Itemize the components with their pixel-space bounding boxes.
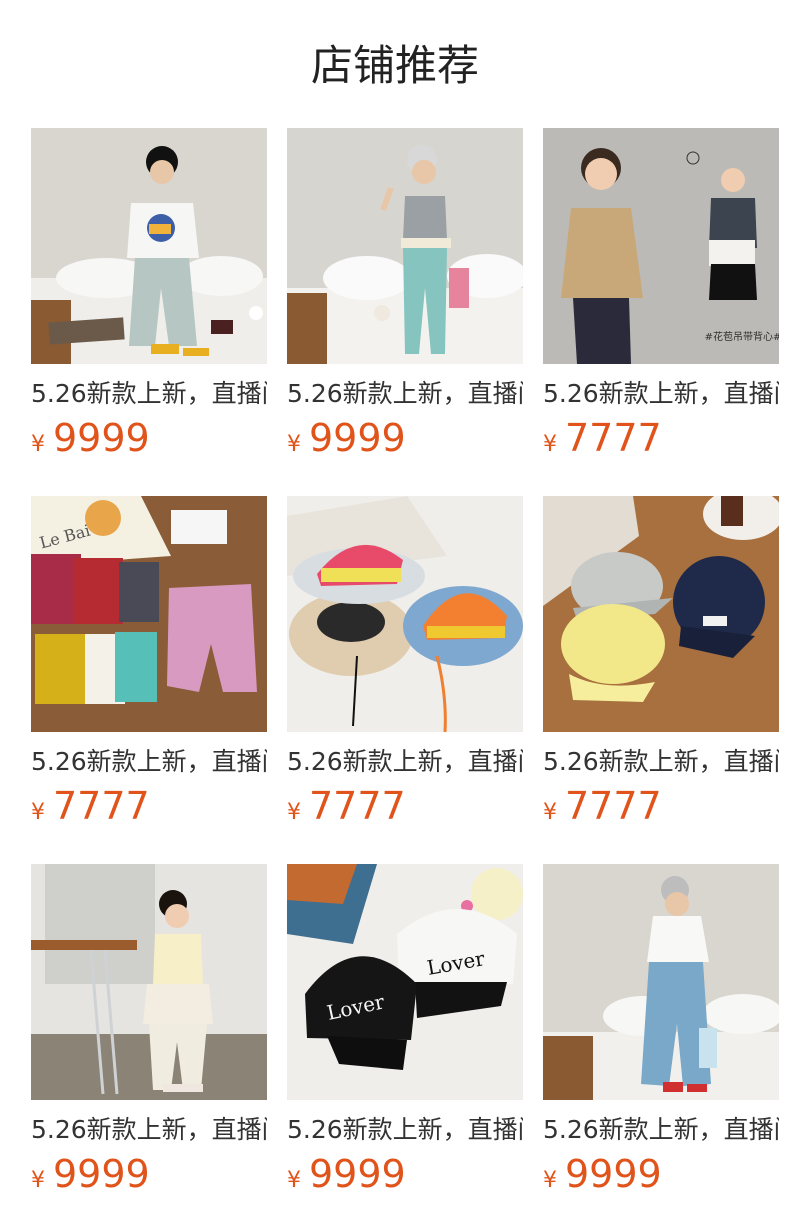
- currency-symbol: ¥: [287, 1168, 301, 1193]
- product-price: ¥9999: [31, 1152, 267, 1204]
- product-image[interactable]: [31, 128, 267, 364]
- price-value: 9999: [565, 1152, 662, 1196]
- product-price: ¥7777: [543, 784, 779, 836]
- price-value: 7777: [309, 784, 406, 828]
- product-card[interactable]: #花苞吊带背心# 5.26新款上新，直播间 ¥7777: [543, 128, 779, 468]
- section-title: 店铺推荐: [310, 41, 479, 90]
- product-name: 5.26新款上新，直播间: [287, 379, 523, 408]
- product-image[interactable]: #花苞吊带背心#: [543, 128, 779, 364]
- price-value: 7777: [565, 416, 662, 460]
- product-image[interactable]: Lover Lover: [287, 864, 523, 1100]
- currency-symbol: ¥: [543, 1168, 557, 1193]
- product-card[interactable]: 5.26新款上新，直播间 ¥7777: [287, 496, 523, 836]
- currency-symbol: ¥: [31, 1168, 45, 1193]
- product-price: ¥7777: [543, 416, 779, 468]
- product-name: 5.26新款上新，直播间: [287, 747, 523, 776]
- product-image[interactable]: [287, 128, 523, 364]
- product-name: 5.26新款上新，直播间: [543, 747, 779, 776]
- product-price: ¥9999: [543, 1152, 779, 1204]
- product-card[interactable]: 5.26新款上新，直播间 ¥9999: [31, 864, 267, 1204]
- currency-symbol: ¥: [287, 800, 301, 825]
- product-image[interactable]: [31, 864, 267, 1100]
- product-name: 5.26新款上新，直播间: [31, 1115, 267, 1144]
- price-value: 7777: [565, 784, 662, 828]
- product-price: ¥7777: [287, 784, 523, 836]
- price-value: 9999: [53, 1152, 150, 1196]
- product-card[interactable]: 5.26新款上新，直播间 ¥9999: [543, 864, 779, 1204]
- product-card[interactable]: 5.26新款上新，直播间 ¥9999: [287, 128, 523, 468]
- product-name: 5.26新款上新，直播间: [31, 379, 267, 408]
- product-image[interactable]: [287, 496, 523, 732]
- product-price: ¥9999: [287, 1152, 523, 1204]
- product-card[interactable]: Le Bai 5.26新款上新，直播间 ¥7777: [31, 496, 267, 836]
- product-grid: 5.26新款上新，直播间 ¥9999 5.26新款上新，直播间 ¥ 9999 #…: [31, 128, 779, 1228]
- currency-symbol: ¥: [543, 432, 557, 457]
- product-image[interactable]: [543, 496, 779, 732]
- price-value: 7777: [53, 784, 150, 828]
- product-card[interactable]: Lover Lover 5.26新款上新，直播间 ¥9999: [287, 864, 523, 1204]
- product-name: 5.26新款上新，直播间: [543, 1115, 779, 1144]
- currency-symbol: ¥: [31, 432, 45, 457]
- product-price: ¥9999: [287, 416, 523, 468]
- product-name: 5.26新款上新，直播间: [543, 379, 779, 408]
- product-image[interactable]: [543, 864, 779, 1100]
- currency-symbol: ¥: [543, 800, 557, 825]
- product-price: ¥7777: [31, 784, 267, 836]
- product-card[interactable]: 5.26新款上新，直播间 ¥9999: [31, 128, 267, 468]
- product-name: 5.26新款上新，直播间: [287, 1115, 523, 1144]
- product-price: ¥9999: [31, 416, 267, 468]
- currency-symbol: ¥: [31, 800, 45, 825]
- product-name: 5.26新款上新，直播间: [31, 747, 267, 776]
- price-value: 9999: [309, 416, 406, 460]
- price-value: 9999: [309, 1152, 406, 1196]
- product-image[interactable]: Le Bai: [31, 496, 267, 732]
- product-card[interactable]: 5.26新款上新，直播间 ¥7777: [543, 496, 779, 836]
- currency-symbol: ¥: [287, 432, 301, 457]
- price-value: 9999: [53, 416, 150, 460]
- image-banner-text: #花苞吊带背心#: [705, 330, 779, 343]
